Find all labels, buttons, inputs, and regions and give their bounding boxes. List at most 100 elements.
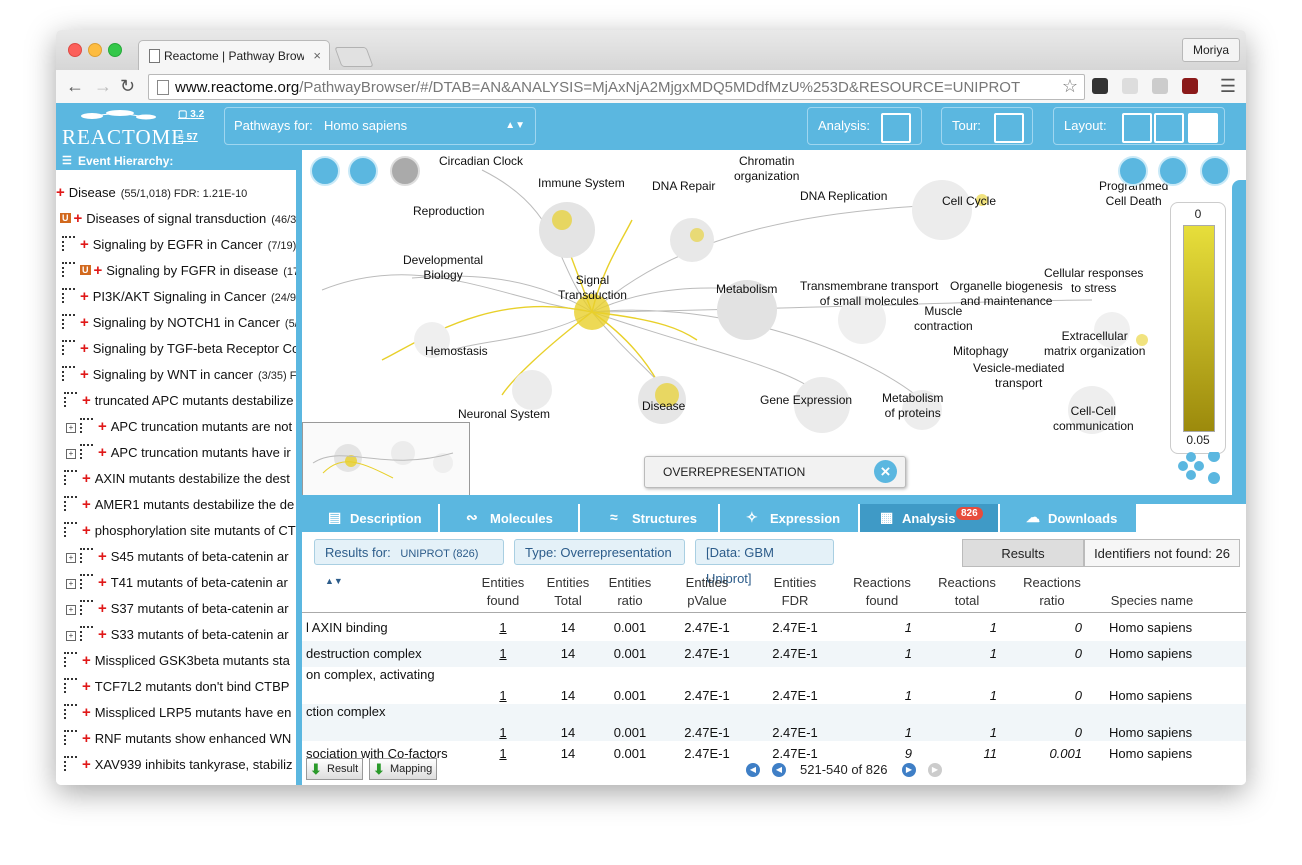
side-controls-strip[interactable] <box>1232 180 1246 495</box>
table-row[interactable]: destruction complex 1 14 0.001 2.47E-1 2.47E-… <box>302 641 1246 667</box>
pathway-diagram[interactable]: Circadian Clock Immune System DNA Repair… <box>302 150 1246 495</box>
tab-downloads[interactable]: ☁ Downloads <box>1000 504 1138 532</box>
pathway-name-cell[interactable]: ction complex <box>306 704 385 719</box>
tree-item[interactable]: + + S33 mutants of beta-catenin ar <box>66 626 289 646</box>
table-row[interactable]: ction complex 1 14 0.001 2.47E-1 2.47E-1 1 1 0 Ho… <box>302 704 1246 741</box>
diagram-label-dna-replication[interactable]: DNA Replication <box>800 189 887 204</box>
profile-button[interactable]: Moriya <box>1181 38 1240 62</box>
analysis-button[interactable]: Analysis: <box>807 107 922 145</box>
tree-item[interactable]: + RNF mutants show enhanced WN <box>64 730 291 750</box>
results-toggle[interactable]: Results <box>962 539 1084 567</box>
expand-icon[interactable]: + <box>66 423 76 433</box>
species-selector[interactable]: Pathways for: Homo sapiens ▲▼ <box>224 107 536 145</box>
tab-description[interactable]: ▤ Description <box>302 504 440 532</box>
table-row[interactable]: on complex, activating 1 14 0.001 2.47E-1 2.4… <box>302 667 1246 704</box>
results-for-selector[interactable]: Results for: UNIPROT (826) ▲▼ <box>314 539 504 586</box>
horizontal-splitter[interactable] <box>302 495 1246 504</box>
tree-item[interactable]: +Signaling by NOTCH1 in Cancer(5/5 <box>62 314 296 334</box>
illustration-icon[interactable] <box>1118 156 1148 186</box>
expand-icon[interactable]: + <box>66 553 76 563</box>
tree-item[interactable]: + XAV939 inhibits tankyrase, stabiliz <box>64 756 293 776</box>
diagram-label-hemostasis[interactable]: Hemostasis <box>425 344 488 359</box>
download-mapping-button[interactable]: ⬇ Mapping <box>369 758 438 780</box>
diagram-label-gene-expression[interactable]: Gene Expression <box>760 393 852 408</box>
tree-item[interactable]: + Signaling by TGF-beta Receptor Cor <box>62 340 296 360</box>
type-filter[interactable]: Type: Overrepresentation <box>514 539 685 565</box>
fit-all-icon[interactable] <box>348 156 378 186</box>
download-result-button[interactable]: ⬇ Result <box>306 758 364 780</box>
layout-right-icon[interactable] <box>1188 113 1218 143</box>
diagram-label-chromatin[interactable]: Chromatin organization <box>734 154 799 184</box>
tree-item[interactable]: + + S37 mutants of beta-catenin ar <box>66 600 289 620</box>
pathway-name-cell[interactable]: on complex, activating <box>306 667 435 682</box>
menu-icon[interactable]: ☰ <box>1220 76 1236 97</box>
table-row[interactable]: sociation with Co-factors 1 14 0.001 2.47E-1… <box>302 741 1246 767</box>
extension-ghost-icon[interactable] <box>1092 78 1108 94</box>
open-diagram-icon[interactable] <box>390 156 420 186</box>
tab-expression[interactable]: ✧ Expression <box>720 504 860 532</box>
close-tab-icon[interactable]: × <box>313 48 321 63</box>
diagram-label-mitophagy[interactable]: Mitophagy <box>953 344 1008 359</box>
diagram-label-muscle-contraction[interactable]: Muscle contraction <box>914 304 973 334</box>
settings-compass-icon[interactable] <box>1200 156 1230 186</box>
extension-bolt-icon[interactable] <box>1122 78 1138 94</box>
clear-analysis-icon[interactable]: × <box>874 460 897 483</box>
minimize-window-button[interactable] <box>88 43 102 57</box>
expand-icon[interactable]: + <box>66 605 76 615</box>
cell-ef[interactable]: 1 <box>472 646 534 661</box>
forward-arrow-icon[interactable]: → <box>94 76 112 97</box>
last-page-icon[interactable]: ▶ <box>928 763 942 777</box>
tab-analysis[interactable]: ▦ Analysis 826 <box>860 504 1000 532</box>
header-entities-total[interactable]: Entities Total <box>538 574 598 610</box>
tree-item[interactable]: + Disease (55/1,018) FDR: 1.21E-10 <box>56 184 247 204</box>
extension-mask-icon[interactable] <box>1182 78 1198 94</box>
diagram-label-dna-repair[interactable]: DNA Repair <box>652 179 715 194</box>
table-row[interactable]: l AXIN binding 1 14 0.001 2.47E-1 2.47E-1 1 1 0 H… <box>302 615 1246 641</box>
diagram-label-metabolism-of-proteins[interactable]: Metabolism of proteins <box>882 391 943 421</box>
version-link[interactable]: ▢ 3.2 <box>178 109 204 120</box>
header-entities-ratio[interactable]: Entities ratio <box>600 574 660 610</box>
tree-item[interactable]: + AMER1 mutants destabilize the de <box>64 496 294 516</box>
diagram-label-extracellular-matrix[interactable]: Extracellular matrix organization <box>1044 329 1145 359</box>
header-entities-found[interactable]: Entities found <box>472 574 534 610</box>
expand-icon[interactable]: + <box>66 631 76 641</box>
diagram-label-cell-cell-communication[interactable]: Cell-Cell communication <box>1053 404 1134 434</box>
diagram-label-circadian-clock[interactable]: Circadian Clock <box>439 154 523 169</box>
tree-item[interactable]: +Signaling by WNT in cancer (3/35) FD <box>62 366 296 386</box>
tree-item[interactable]: + Misspliced GSK3beta mutants sta <box>64 652 290 672</box>
pan-zoom-controls[interactable] <box>1178 452 1224 492</box>
diagram-label-developmental-biology[interactable]: Developmental Biology <box>403 253 483 283</box>
tree-item[interactable]: + + APC truncation mutants have ir <box>66 444 291 464</box>
address-bar[interactable]: www.reactome.org/PathwayBrowser/#/DTAB=A… <box>148 74 1085 100</box>
tree-item[interactable]: + phosphorylation site mutants of CT <box>64 522 296 542</box>
diagram-label-disease[interactable]: Disease <box>642 399 685 414</box>
back-arrow-icon[interactable]: ← <box>66 76 84 97</box>
zoom-window-button[interactable] <box>108 43 122 57</box>
cell-ef[interactable]: 1 <box>472 746 534 761</box>
tree-item[interactable]: + + T41 mutants of beta-catenin ar <box>66 574 288 594</box>
diagram-thumbnail[interactable] <box>302 422 470 495</box>
tab-molecules[interactable]: ∾ Molecules <box>440 504 580 532</box>
tree-item[interactable]: U+Signaling by FGFR in disease (17/ <box>62 262 296 282</box>
header-reactions-total[interactable]: Reactions total <box>932 574 1002 610</box>
tree-item[interactable]: +Signaling by EGFR in Cancer (7/19) F <box>62 236 296 256</box>
header-reactions-found[interactable]: Reactions found <box>847 574 917 610</box>
reload-icon[interactable]: ↻ <box>120 76 135 97</box>
diagram-label-cellular-responses[interactable]: Cellular responses to stress <box>1044 266 1143 296</box>
previous-page-icon[interactable]: ◀ <box>772 763 786 777</box>
tree-item[interactable]: + Misspliced LRP5 mutants have en <box>64 704 291 724</box>
diagram-label-cell-cycle[interactable]: Cell Cycle <box>942 194 996 209</box>
pathway-name-cell[interactable]: destruction complex <box>306 646 422 661</box>
cell-ef[interactable]: 1 <box>472 688 534 703</box>
layout-center-icon[interactable] <box>1154 113 1184 143</box>
header-entities-pvalue[interactable]: Entities pValue <box>672 574 742 610</box>
header-species[interactable]: Species name <box>1102 592 1202 610</box>
expand-icon[interactable]: + <box>66 449 76 459</box>
diagram-label-reproduction[interactable]: Reproduction <box>413 204 484 219</box>
tree-item[interactable]: + + S45 mutants of beta-catenin ar <box>66 548 289 568</box>
tree-item[interactable]: U+Diseases of signal transduction (46/31 <box>60 210 296 230</box>
diagram-label-immune-system[interactable]: Immune System <box>538 176 625 191</box>
diagram-label-signal-transduction[interactable]: Signal Transduction <box>558 273 627 303</box>
pathway-name-cell[interactable]: l AXIN binding <box>306 620 388 635</box>
diagram-label-metabolism[interactable]: Metabolism <box>716 282 777 297</box>
